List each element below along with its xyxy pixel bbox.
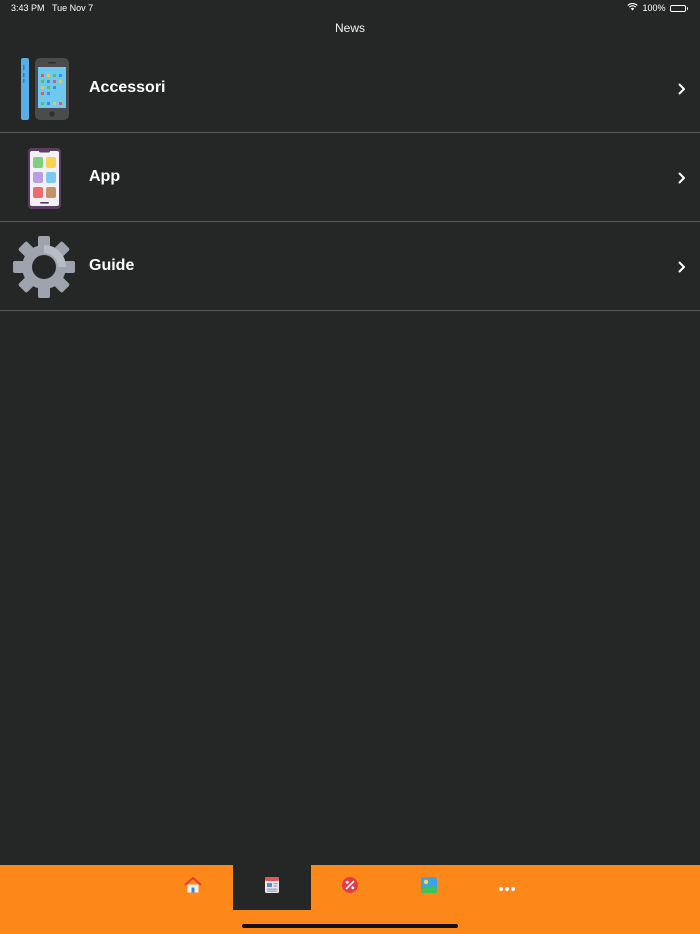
status-indicators: 100% [627, 3, 688, 13]
page-title: News [334, 21, 365, 35]
news-icon [264, 876, 280, 899]
home-icon [184, 876, 202, 899]
list-item-guide[interactable]: Guide [0, 222, 700, 311]
battery-percent: 100% [642, 3, 666, 13]
more-icon [498, 879, 516, 897]
list-item-label: App [89, 168, 121, 185]
battery-icon [669, 4, 688, 12]
tab-home[interactable] [154, 865, 232, 910]
tab-discount[interactable] [311, 865, 389, 910]
tab-wallpaper[interactable] [390, 865, 468, 910]
status-date: Tue Nov 7 [52, 3, 94, 13]
list-item-label: Guide [89, 257, 135, 274]
category-list: Accessori App Guide [0, 44, 700, 311]
chevron-right-icon [678, 260, 686, 273]
wallpaper-icon [420, 876, 438, 899]
home-indicator[interactable] [242, 924, 458, 928]
list-item-app[interactable]: App [0, 133, 700, 222]
list-item-accessori[interactable]: Accessori [0, 44, 700, 133]
wifi-icon [627, 3, 639, 13]
gear-icon [12, 235, 76, 299]
smartphone-apps-icon [12, 146, 76, 210]
chevron-right-icon [678, 171, 686, 184]
list-item-label: Accessori [89, 79, 166, 96]
status-bar: 3:43 PM Tue Nov 7 100% [0, 0, 700, 18]
status-time: 3:43 PM [11, 3, 45, 13]
tab-more[interactable] [468, 865, 546, 910]
discount-icon [341, 876, 359, 899]
chevron-right-icon [678, 82, 686, 95]
tab-news[interactable] [233, 865, 311, 910]
phone-accessory-icon [12, 57, 76, 121]
